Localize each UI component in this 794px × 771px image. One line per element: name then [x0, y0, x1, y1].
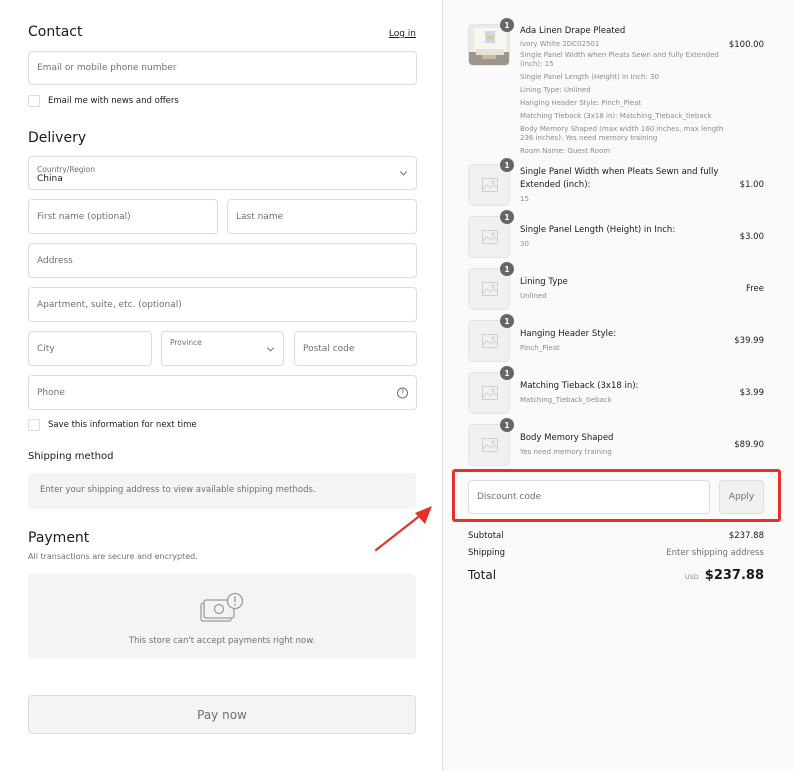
line-item: 1 Single Panel Length (Height) in Inch: …	[468, 210, 764, 258]
total-label: Total	[468, 568, 497, 582]
line-item: 1 Lining Type Unlined Free	[468, 262, 764, 310]
item-property: Hanging Header Style: Pinch_Pleat	[520, 99, 642, 107]
discount-code-input[interactable]: Discount code	[468, 480, 710, 514]
item-price: $39.99	[734, 336, 764, 346]
item-subtitle: Matching_Tieback_tieback	[520, 396, 612, 404]
image-placeholder-icon	[482, 386, 498, 400]
item-property: Single Panel Length (Height) in Inch: 30	[520, 73, 659, 81]
cash-warning-icon	[200, 592, 244, 622]
email-input[interactable]: Email or mobile phone number	[28, 51, 417, 85]
line-item: 1 Single Panel Width when Pleats Sewn an…	[468, 158, 764, 206]
shipping-value: Enter shipping address	[666, 548, 764, 558]
country-label: Country/Region	[37, 165, 95, 174]
last-name-input[interactable]: Last name	[227, 199, 417, 234]
shipping-method-heading: Shipping method	[28, 451, 114, 462]
quantity-badge: 1	[500, 210, 514, 224]
item-properties: Single Panel Width when Pleats Sewn and …	[520, 51, 730, 160]
item-subtitle: Pinch_Pleat	[520, 344, 560, 352]
line-item: 1 Ada Linen Drape Pleated Ivory White 2D…	[468, 18, 764, 155]
line-item: 1 Body Memory Shaped Yes need memory tra…	[468, 418, 764, 466]
total-value: $237.88	[704, 568, 764, 583]
item-subtitle: 15	[520, 195, 529, 203]
item-property: Body Memory Shaped (max width 160 inches…	[520, 125, 724, 142]
quantity-badge: 1	[500, 418, 514, 432]
login-link[interactable]: Log in	[389, 29, 416, 39]
quantity-badge: 1	[500, 314, 514, 328]
news-checkbox-label: Email me with news and offers	[48, 96, 179, 106]
item-title: Body Memory Shaped	[520, 433, 614, 443]
item-subtitle: Unlined	[520, 292, 547, 300]
item-title: Single Panel Length (Height) in Inch:	[520, 225, 676, 235]
apply-discount-button[interactable]: Apply	[719, 480, 764, 514]
delivery-heading: Delivery	[28, 130, 87, 146]
item-title: Lining Type	[520, 277, 568, 287]
quantity-badge: 1	[500, 158, 514, 172]
checkout-form-panel: Contact Log in Email or mobile phone num…	[0, 0, 442, 771]
item-price: Free	[745, 284, 764, 294]
item-title: Single Panel Width when Pleats Sewn and …	[520, 167, 719, 190]
save-info-checkbox-row[interactable]: Save this information for next time	[28, 419, 197, 431]
item-title: Ada Linen Drape Pleated	[520, 26, 626, 36]
payment-notice: This store can't accept payments right n…	[28, 574, 416, 659]
image-placeholder-icon	[482, 438, 498, 452]
item-property: Lining Type: Unlined	[520, 86, 591, 94]
item-title: Hanging Header Style:	[520, 329, 617, 339]
item-price: $1.00	[739, 180, 764, 190]
image-placeholder-icon	[482, 178, 498, 192]
city-input[interactable]: City	[28, 331, 152, 366]
contact-heading: Contact	[28, 24, 83, 40]
item-price: $100.00	[728, 40, 764, 50]
province-select[interactable]: Province	[161, 331, 284, 366]
total-row: Total USD $237.88	[468, 568, 764, 583]
currency-code: USD	[684, 573, 699, 581]
country-select[interactable]: Country/Region China	[28, 156, 417, 190]
total-amount: USD $237.88	[685, 568, 764, 583]
phone-input[interactable]: Phone ?	[28, 375, 417, 410]
help-icon[interactable]: ?	[397, 387, 408, 398]
item-price: $3.99	[739, 388, 764, 398]
save-info-checkbox[interactable]	[28, 419, 40, 431]
shipping-method-notice: Enter your shipping address to view avai…	[28, 473, 416, 509]
chevron-down-icon	[399, 168, 408, 176]
chevron-down-icon	[266, 343, 275, 352]
item-title: Matching Tieback (3x18 in):	[520, 381, 639, 391]
payment-heading: Payment	[28, 530, 90, 546]
image-placeholder-icon	[482, 282, 498, 296]
postal-code-input[interactable]: Postal code	[294, 331, 417, 366]
country-value: China	[37, 174, 63, 184]
item-subtitle: 30	[520, 240, 529, 248]
item-property: Room Name: Guest Room	[520, 147, 611, 155]
line-item: 1 Hanging Header Style: Pinch_Pleat $39.…	[468, 314, 764, 362]
province-label: Province	[170, 338, 202, 347]
apartment-input[interactable]: Apartment, suite, etc. (optional)	[28, 287, 417, 322]
image-placeholder-icon	[482, 334, 498, 348]
subtotal-label: Subtotal	[468, 531, 504, 541]
subtotal-value: $237.88	[728, 531, 764, 541]
quantity-badge: 1	[500, 366, 514, 380]
shipping-label: Shipping	[468, 548, 506, 558]
phone-placeholder: Phone	[37, 387, 65, 398]
save-info-label: Save this information for next time	[48, 420, 197, 430]
address-input[interactable]: Address	[28, 243, 417, 278]
quantity-badge: 1	[500, 18, 514, 32]
payment-notice-text: This store can't accept payments right n…	[128, 636, 316, 646]
first-name-input[interactable]: First name (optional)	[28, 199, 218, 234]
shipping-method-notice-text: Enter your shipping address to view avai…	[40, 485, 316, 495]
item-subtitle: Yes need memory training	[520, 448, 612, 456]
subtotal-row: Subtotal $237.88	[468, 531, 764, 541]
item-price: $3.00	[739, 232, 764, 242]
news-checkbox-row[interactable]: Email me with news and offers	[28, 95, 179, 107]
item-property: Single Panel Width when Pleats Sewn and …	[520, 51, 719, 68]
line-item: 1 Matching Tieback (3x18 in): Matching_T…	[468, 366, 764, 414]
shipping-row: Shipping Enter shipping address	[468, 548, 764, 558]
item-property: Matching Tieback (3x18 in): Matching_Tie…	[520, 112, 712, 120]
item-variant: Ivory White 2DC02501	[520, 40, 600, 48]
annotation-arrow-icon	[374, 506, 432, 552]
payment-subtitle: All transactions are secure and encrypte…	[28, 552, 198, 561]
pay-now-button[interactable]: Pay now	[28, 695, 416, 734]
item-price: $89.90	[734, 440, 764, 450]
news-checkbox[interactable]	[28, 95, 40, 107]
quantity-badge: 1	[500, 262, 514, 276]
image-placeholder-icon	[482, 230, 498, 244]
